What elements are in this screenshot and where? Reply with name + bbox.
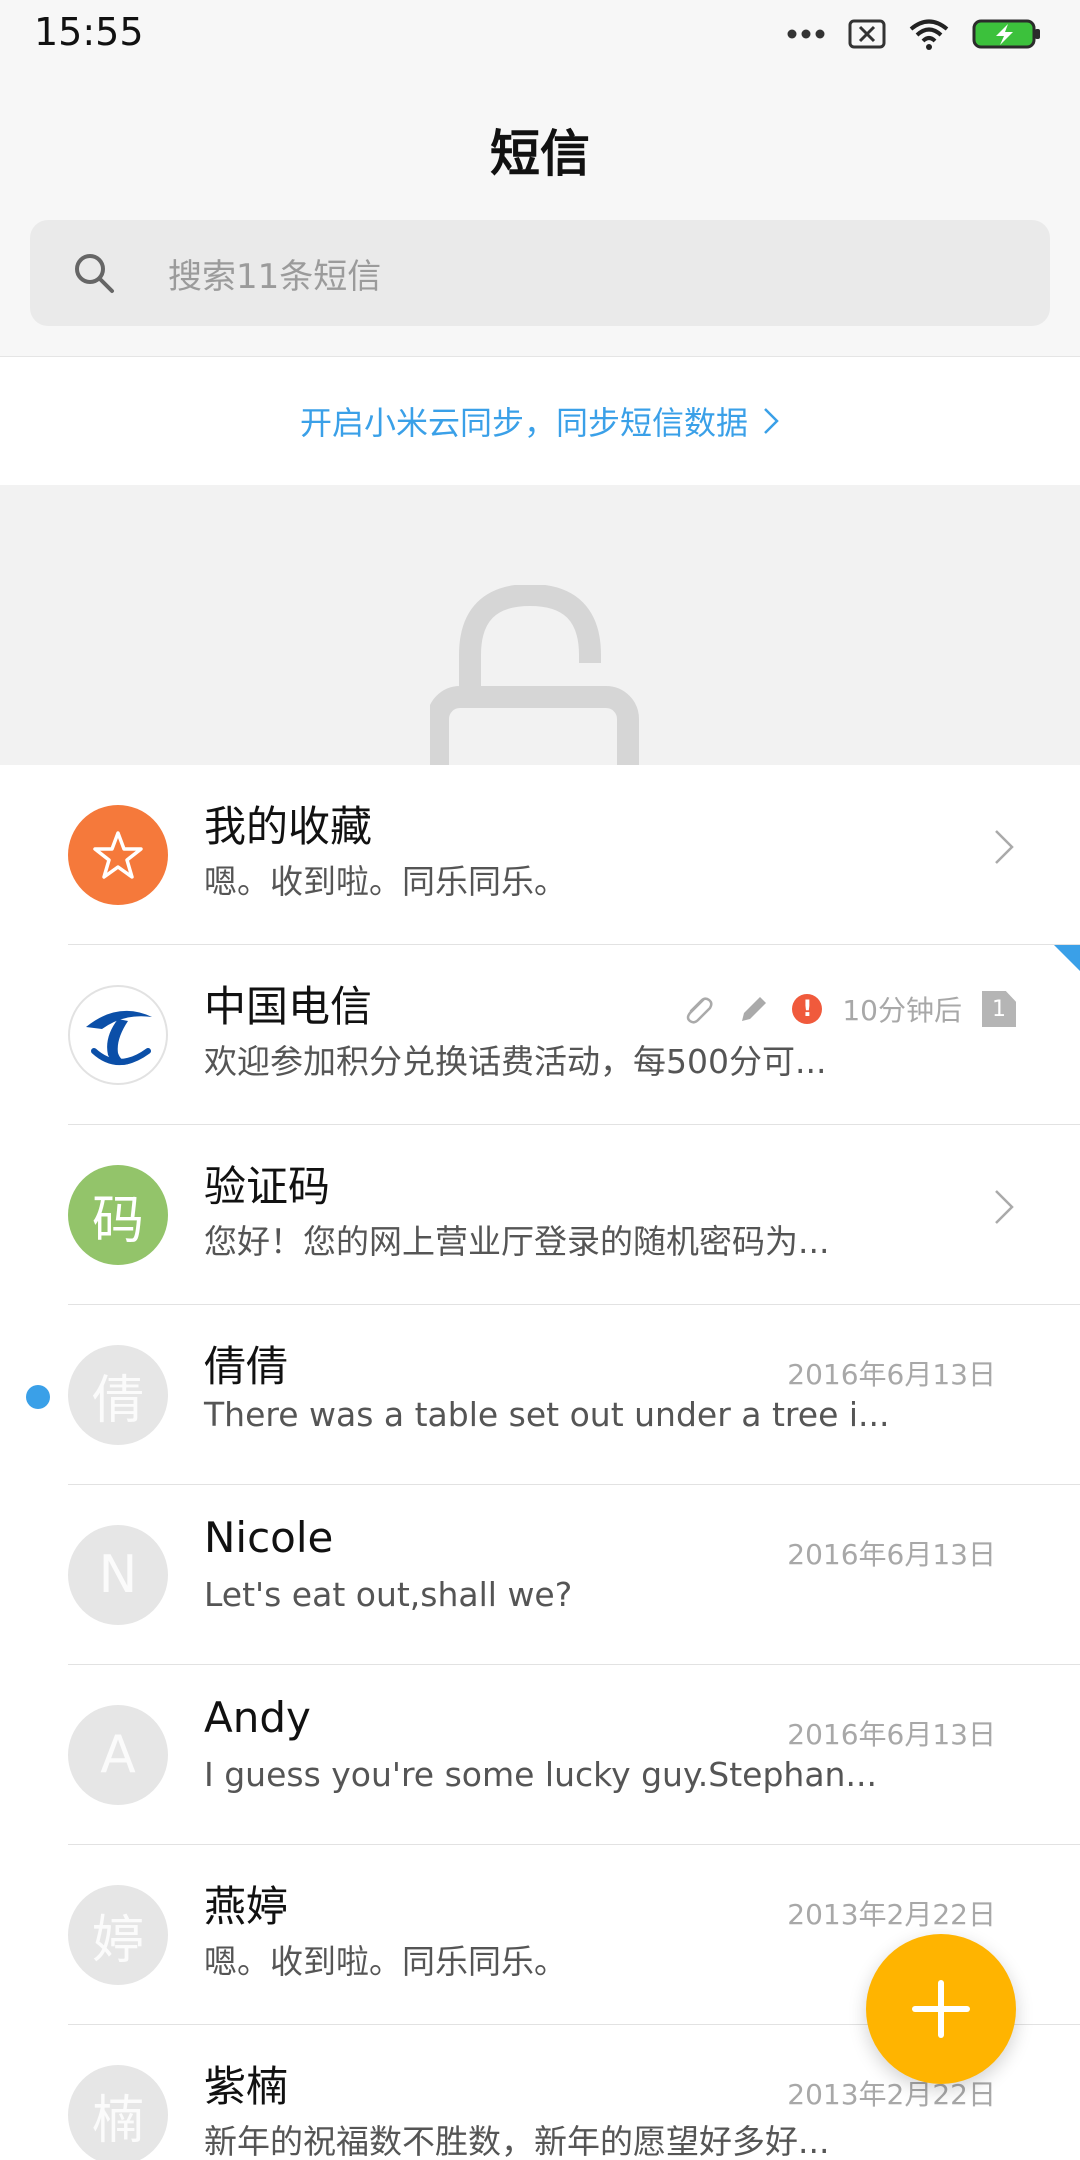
sync-banner[interactable]: 开启小米云同步，同步短信数据 xyxy=(0,356,1080,486)
message-date: 2016年6月13日 xyxy=(787,1358,996,1391)
star-icon xyxy=(93,831,143,879)
list-item[interactable]: 码 验证码 您好！您的网上营业厅登录的随机密码为... xyxy=(0,1125,1080,1305)
private-box-area[interactable] xyxy=(0,485,1080,765)
unlock-icon xyxy=(430,585,639,765)
paperclip-icon xyxy=(687,997,713,1024)
contact-name: Nicole xyxy=(204,1513,334,1562)
header: 短信 搜索11条短信 xyxy=(0,70,1080,360)
chevron-right-icon xyxy=(995,1190,1014,1224)
avatar: 婷 xyxy=(68,1885,168,1985)
message-preview: 新年的祝福数不胜数，新年的愿望好多好... xyxy=(204,2122,830,2160)
contact-name: 倩倩 xyxy=(204,1342,289,1391)
message-date: 2013年2月22日 xyxy=(787,1898,996,1931)
avatar: A xyxy=(68,1705,168,1805)
avatar: N xyxy=(68,1525,168,1625)
message-preview: 嗯。收到啦。同乐同乐。 xyxy=(204,862,567,901)
scheduled-time: 10分钟后 xyxy=(842,994,962,1027)
plus-icon xyxy=(912,1980,970,2038)
message-date: 2016年6月13日 xyxy=(787,1538,996,1571)
message-preview: 欢迎参加积分兑换话费活动，每500分可... xyxy=(204,1042,827,1081)
contact-name: 我的收藏 xyxy=(204,802,373,851)
status-icons xyxy=(786,14,1042,54)
more-dots-icon xyxy=(787,29,825,39)
message-preview: There was a table set out under a tree i… xyxy=(204,1395,890,1434)
status-time: 15:55 xyxy=(34,10,144,54)
pinned-corner-flag xyxy=(1054,945,1080,971)
chevron-right-icon xyxy=(995,830,1014,864)
contact-name: 燕婷 xyxy=(204,1882,289,1931)
list-item[interactable]: 倩 倩倩 There was a table set out under a t… xyxy=(0,1305,1080,1485)
wifi-icon xyxy=(909,19,949,50)
search-icon xyxy=(75,254,114,293)
contact-name: Andy xyxy=(204,1693,311,1742)
china-telecom-avatar xyxy=(68,985,168,1085)
status-bar: 15:55 xyxy=(0,0,1080,70)
message-preview: I guess you're some lucky guy.Stephan... xyxy=(204,1755,877,1794)
message-preview: Let's eat out,shall we? xyxy=(204,1575,573,1614)
error-icon: ! xyxy=(792,994,823,1024)
list-item[interactable]: A Andy I guess you're some lucky guy.Ste… xyxy=(0,1665,1080,1845)
avatar: 码 xyxy=(68,1165,168,1265)
avatar: 倩 xyxy=(68,1345,168,1445)
unread-indicator xyxy=(26,1385,50,1409)
list-item[interactable]: N Nicole Let's eat out,shall we? 2016年6月… xyxy=(0,1485,1080,1665)
message-date: 2016年6月13日 xyxy=(787,1718,996,1751)
sync-banner-text: 开启小米云同步，同步短信数据 xyxy=(299,404,748,442)
page-title: 短信 xyxy=(490,125,590,183)
list-item[interactable]: 我的收藏 嗯。收到啦。同乐同乐。 xyxy=(0,765,1080,945)
sim-card-icon: 1 xyxy=(982,991,1016,1027)
no-sim-icon xyxy=(848,19,886,49)
avatar: 楠 xyxy=(68,2065,168,2160)
pencil-icon xyxy=(742,997,767,1021)
contact-name: 紫楠 xyxy=(204,2062,289,2111)
search-input[interactable]: 搜索11条短信 xyxy=(30,220,1050,326)
search-placeholder: 搜索11条短信 xyxy=(168,256,382,297)
contact-name: 验证码 xyxy=(204,1162,331,1211)
contact-name: 中国电信 xyxy=(204,982,373,1031)
favorites-avatar xyxy=(68,805,168,905)
new-message-button[interactable] xyxy=(866,1934,1016,2084)
message-preview: 嗯。收到啦。同乐同乐。 xyxy=(204,1942,567,1981)
message-preview: 您好！您的网上营业厅登录的随机密码为... xyxy=(204,1222,830,1261)
chevron-right-icon xyxy=(764,408,779,434)
message-meta: ! 10分钟后 1 xyxy=(680,989,1016,1029)
china-telecom-logo-icon xyxy=(86,1010,152,1065)
list-item[interactable]: 中国电信 欢迎参加积分兑换话费活动，每500分可... ! 10分钟后 1 xyxy=(0,945,1080,1125)
battery-charging-icon xyxy=(972,19,1040,49)
